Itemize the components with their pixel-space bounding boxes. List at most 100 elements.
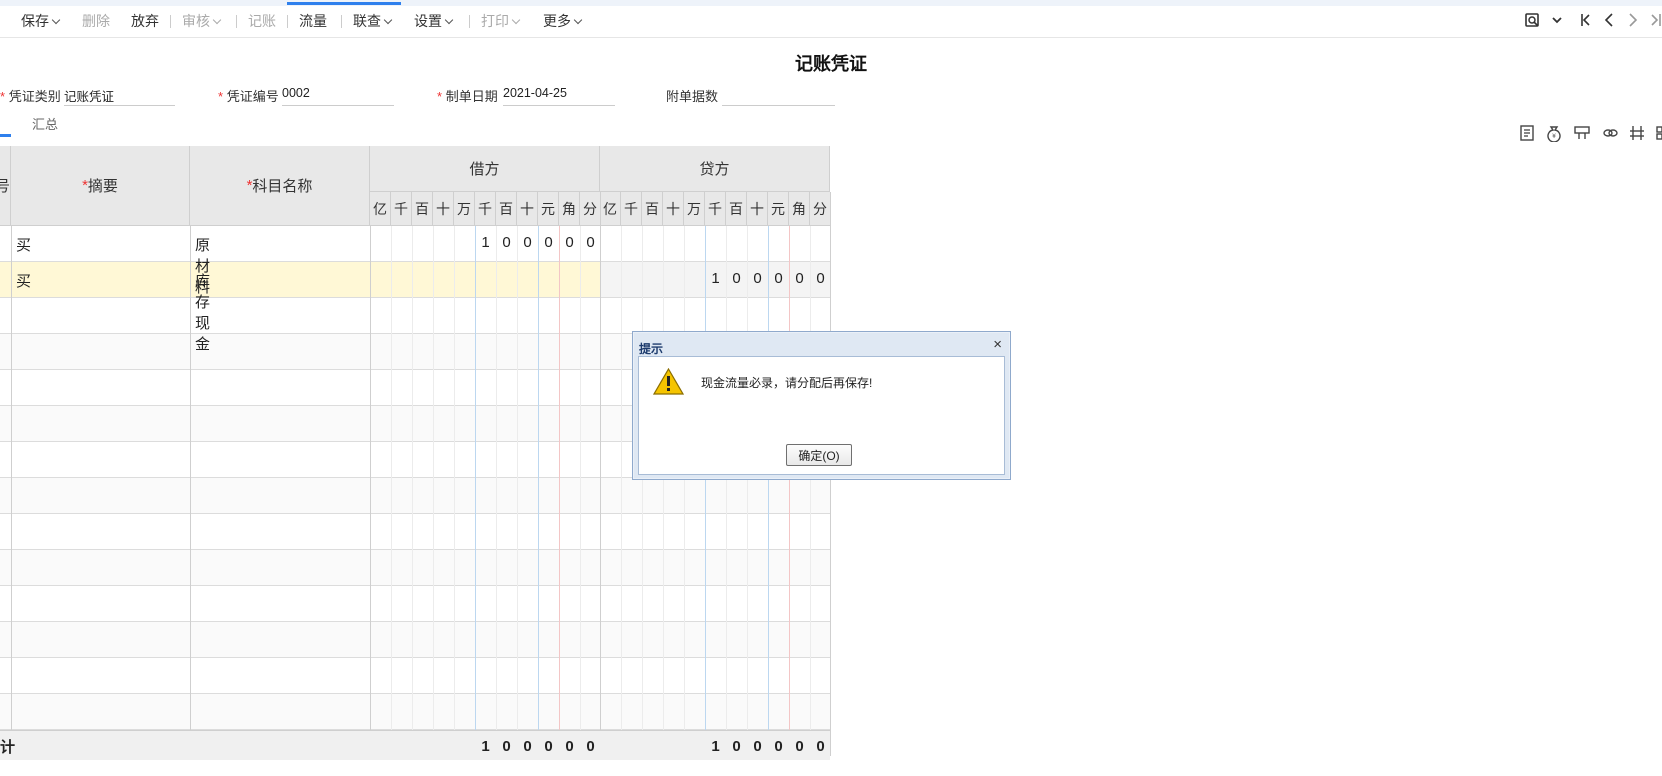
voucher-date-label: * 制单日期: [437, 89, 498, 104]
separator: [287, 15, 288, 28]
voucher-type-field[interactable]: 记账凭证: [64, 86, 175, 106]
credit-unit-header: 千: [621, 192, 642, 226]
debit-unit-header: 角: [559, 192, 580, 226]
digit-divider: [705, 226, 706, 756]
attachments-field[interactable]: [722, 86, 835, 106]
credit-digit: 0: [816, 270, 825, 287]
more-button[interactable]: 更多: [543, 13, 583, 29]
chevron-down-icon[interactable]: [1548, 11, 1566, 29]
account-cell[interactable]: 库存现金: [195, 270, 210, 354]
post-button[interactable]: 记账: [248, 13, 276, 29]
search-preview-icon[interactable]: [1524, 11, 1542, 29]
total-credit-digit: 0: [774, 738, 783, 755]
credit-unit-header: 万: [684, 192, 705, 226]
save-button[interactable]: 保存: [21, 13, 61, 29]
summary-cell[interactable]: 买: [16, 234, 31, 255]
debit-digit: 0: [544, 234, 553, 251]
next-record-icon[interactable]: [1624, 11, 1642, 29]
column-credit-header: 贷方: [600, 146, 830, 192]
abandon-button[interactable]: 放弃: [131, 13, 159, 29]
credit-digit: 0: [732, 270, 741, 287]
chevron-down-icon: [573, 15, 583, 25]
voucher-window: 保存 删除 放弃 审核 记账 流量 联查 设置 打印 更多 记账凭证 * 凭证类…: [0, 0, 1662, 776]
chevron-down-icon: [212, 15, 222, 25]
total-debit-digit: 0: [502, 738, 511, 755]
credit-digit: 0: [795, 270, 804, 287]
delete-button[interactable]: 删除: [82, 13, 110, 29]
link-query-button[interactable]: 联查: [353, 13, 393, 29]
digit-divider: [475, 226, 476, 756]
dialog-message: 现金流量必录，请分配后再保存!: [701, 376, 873, 390]
total-credit-digit: 0: [753, 738, 762, 755]
money-bag-icon[interactable]: ¥: [1545, 124, 1563, 142]
digit-divider: [559, 226, 560, 756]
debit-digit: 0: [523, 234, 532, 251]
digit-divider: [391, 226, 392, 756]
credit-unit-header: 元: [768, 192, 789, 226]
voucher-title: 记账凭证: [795, 54, 867, 74]
total-credit-digit: 1: [711, 738, 720, 755]
credit-digit: 0: [753, 270, 762, 287]
active-tab-indicator: [287, 2, 401, 5]
digit-divider: [663, 226, 664, 756]
digit-divider: [747, 226, 748, 756]
column-divider: [600, 226, 601, 756]
column-account-header: * 科目名称: [190, 146, 370, 226]
column-divider: [370, 226, 371, 756]
cashflow-button[interactable]: 流量: [299, 13, 327, 29]
more-tools-icon[interactable]: [1655, 124, 1662, 142]
separator: [170, 15, 171, 28]
total-debit-digit: 0: [544, 738, 553, 755]
credit-unit-header: 百: [726, 192, 747, 226]
credit-digit: 1: [711, 270, 720, 287]
digit-divider: [496, 226, 497, 756]
total-debit-digit: 0: [565, 738, 574, 755]
voucher-doc-icon[interactable]: [1518, 124, 1536, 142]
grid-icon[interactable]: [1573, 124, 1591, 142]
credit-unit-header: 十: [747, 192, 768, 226]
digit-divider: [538, 226, 539, 756]
first-record-icon[interactable]: [1577, 11, 1595, 29]
voucher-type-label: * 凭证类别: [0, 89, 61, 104]
debit-digit: 0: [502, 234, 511, 251]
tab-summary[interactable]: 汇总: [32, 114, 58, 133]
link-icon[interactable]: [1601, 124, 1619, 142]
previous-record-icon[interactable]: [1600, 11, 1618, 29]
separator: [341, 15, 342, 28]
ok-button[interactable]: 确定(O): [786, 444, 852, 466]
digit-divider: [580, 226, 581, 756]
adjust-icon[interactable]: [1628, 124, 1646, 142]
print-button[interactable]: 打印: [481, 13, 521, 29]
credit-unit-header: 亿: [600, 192, 621, 226]
debit-unit-header: 十: [517, 192, 538, 226]
settings-button[interactable]: 设置: [414, 13, 454, 29]
credit-unit-header: 十: [663, 192, 684, 226]
attachments-label: 附单据数: [666, 89, 719, 104]
summary-cell[interactable]: 买: [16, 270, 31, 291]
total-label: 计: [0, 739, 16, 756]
toolbar: 保存 删除 放弃 审核 记账 流量 联查 设置 打印 更多: [0, 0, 1662, 38]
credit-unit-header: 百: [642, 192, 663, 226]
print-label: 打印: [481, 13, 509, 29]
close-icon[interactable]: ×: [993, 336, 1002, 353]
dialog-body: 现金流量必录，请分配后再保存! 确定(O): [638, 356, 1005, 475]
tab-indicator: [0, 134, 11, 137]
digit-divider: [726, 226, 727, 756]
svg-text:¥: ¥: [1552, 133, 1556, 140]
voucher-date-field[interactable]: 2021-04-25: [503, 86, 615, 106]
voucher-number-field[interactable]: 0002: [282, 86, 394, 106]
digit-divider: [810, 226, 811, 756]
audit-button[interactable]: 审核: [182, 13, 222, 29]
debit-digit: 0: [565, 234, 574, 251]
digit-divider: [621, 226, 622, 756]
digit-divider: [789, 226, 790, 756]
total-credit-digit: 0: [795, 738, 804, 755]
chevron-down-icon: [383, 15, 393, 25]
total-credit-digit: 0: [732, 738, 741, 755]
chevron-down-icon: [444, 15, 454, 25]
debit-digit: 1: [481, 234, 490, 251]
last-record-icon[interactable]: [1648, 11, 1662, 29]
digit-divider: [454, 226, 455, 756]
chevron-down-icon: [51, 15, 61, 25]
settings-label: 设置: [414, 13, 442, 29]
